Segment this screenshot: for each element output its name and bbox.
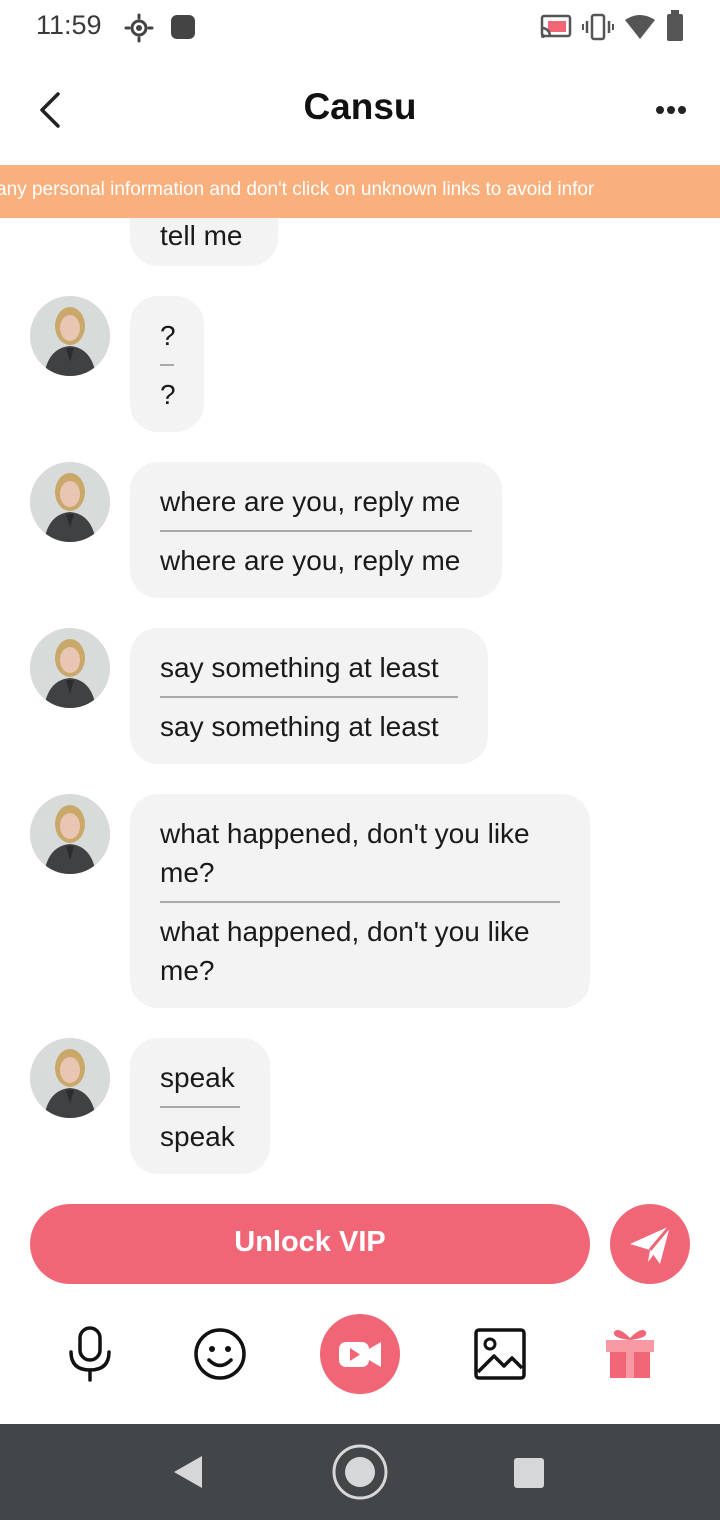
chat-message-list[interactable]: tell me ? ? where are you, reply me wher… <box>0 218 720 1188</box>
message-translation: say something at least <box>160 711 439 742</box>
voice-message-button[interactable] <box>62 1324 118 1387</box>
translation-divider <box>160 530 472 532</box>
system-navigation-bar <box>0 1424 720 1520</box>
message-translation: what happened, don't you like me? <box>160 916 530 986</box>
message-text: speak <box>160 1062 235 1093</box>
message-translation: where are you, reply me <box>160 545 461 576</box>
gift-button[interactable] <box>604 1326 656 1387</box>
nav-home-icon[interactable] <box>331 1443 389 1501</box>
battery-icon <box>667 10 683 41</box>
message-bubble: tell me <box>130 218 278 266</box>
emoji-button[interactable] <box>192 1326 248 1387</box>
vibrate-icon <box>582 13 614 41</box>
message-bubble: ? ? <box>130 296 204 432</box>
microphone-icon <box>69 1326 111 1382</box>
translation-divider <box>160 901 560 903</box>
message-bubble: where are you, reply me where are you, r… <box>130 462 502 598</box>
emoji-icon <box>194 1328 246 1380</box>
unlock-vip-label: Unlock VIP <box>234 1226 386 1258</box>
message-text: say something at least <box>160 652 439 683</box>
image-button[interactable] <box>472 1326 528 1387</box>
message-bubble: what happened, don't you like me? what h… <box>130 794 590 1008</box>
avatar-image <box>30 1038 110 1118</box>
image-icon <box>474 1328 526 1380</box>
message-text: where are you, reply me <box>160 486 461 517</box>
avatar-image <box>30 296 110 376</box>
safety-notice-banner: al any personal information and don't cl… <box>0 165 720 218</box>
message-translation: ? <box>160 379 176 410</box>
page-title: Cansu <box>303 86 417 127</box>
avatar-image <box>30 628 110 708</box>
nav-back-icon[interactable] <box>170 1454 206 1490</box>
nav-recents-icon[interactable] <box>512 1456 546 1490</box>
more-horizontal-icon <box>656 106 686 114</box>
status-bar: 11:59 <box>0 0 720 56</box>
translation-divider <box>160 696 458 698</box>
message-translation: speak <box>160 1121 235 1152</box>
message-bubble: speak speak <box>130 1038 270 1174</box>
avatar-image <box>30 794 110 874</box>
video-call-icon <box>320 1314 400 1394</box>
message-text: tell me <box>160 220 243 251</box>
gift-icon <box>606 1330 654 1378</box>
avatar[interactable] <box>30 1038 110 1118</box>
send-icon <box>630 1225 672 1264</box>
cast-icon <box>540 14 572 38</box>
settings-sun-icon <box>124 13 154 43</box>
avatar[interactable] <box>30 462 110 542</box>
safety-notice-text: al any personal information and don't cl… <box>0 179 595 200</box>
app-header: Cansu <box>0 56 720 164</box>
stop-icon <box>171 15 195 39</box>
translation-divider <box>160 364 174 366</box>
avatar[interactable] <box>30 628 110 708</box>
message-bubble: say something at least say something at … <box>130 628 488 764</box>
message-text: ? <box>160 320 176 351</box>
message-text: what happened, don't you like me? <box>160 818 530 888</box>
avatar-image <box>30 462 110 542</box>
status-time: 11:59 <box>36 10 102 40</box>
send-button[interactable] <box>610 1204 690 1284</box>
translation-divider <box>160 1106 240 1108</box>
avatar[interactable] <box>30 296 110 376</box>
more-options-button[interactable] <box>646 92 694 128</box>
avatar[interactable] <box>30 794 110 874</box>
video-call-button[interactable] <box>320 1314 400 1399</box>
wifi-icon <box>625 15 655 39</box>
unlock-vip-button[interactable]: Unlock VIP <box>30 1204 590 1284</box>
